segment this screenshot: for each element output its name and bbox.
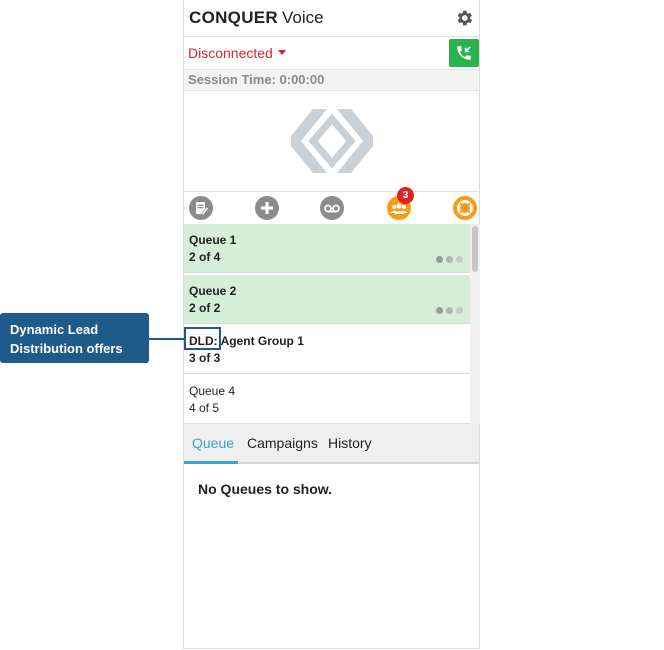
callout-line-2: Distribution offers [10,341,123,356]
dld-highlight-box [184,327,221,350]
voicemail-icon[interactable] [320,196,344,220]
status-row: Disconnected [184,36,479,70]
status-dropdown[interactable]: Disconnected [188,45,286,61]
queue-name: Queue 1 [189,233,237,247]
gear-icon[interactable] [454,8,474,28]
queue-count: 2 of 2 [189,301,221,315]
app-header: CONQUER Voice [184,0,479,37]
brand-bold: CONQUER [189,8,278,27]
brand-light: Voice [282,8,324,27]
queue-count: 4 of 5 [189,401,220,415]
active-tab-indicator [184,461,238,464]
list-item[interactable]: DLD: Agent Group 1 3 of 3 [184,325,470,374]
queue-count: 3 of 3 [189,351,221,365]
session-time: Session Time: 0:00:00 [188,72,325,87]
tab-campaigns[interactable]: Campaigns [247,435,318,451]
notes-icon[interactable] [189,196,213,220]
more-dots-icon[interactable] [433,301,463,319]
logo-area [184,91,479,192]
list-item[interactable]: Queue 2 2 of 2 [184,275,470,324]
softphone-panel: CONQUER Voice Disconnected Session Time: … [183,0,480,649]
call-button[interactable] [449,39,479,67]
chevron-down-icon [277,49,286,55]
queue-badge: 3 [397,187,414,204]
conquer-logo-icon [291,109,373,173]
empty-message: No Queues to show. [198,481,333,497]
more-dots-icon[interactable] [433,250,463,268]
help-icon[interactable] [453,196,477,220]
annotation-callout: Dynamic Lead Distribution offers [0,313,149,363]
tab-queue[interactable]: Queue [192,435,234,451]
queue-name: Queue 2 [189,284,237,298]
list-scrollbar[interactable] [470,224,480,424]
phone-incoming-icon [457,46,471,60]
list-item[interactable]: Queue 4 4 of 5 [184,375,470,424]
tab-history[interactable]: History [328,435,372,451]
toolbar: 3 [184,187,479,224]
scrollbar-thumb[interactable] [472,226,478,272]
tab-bar: Queue Campaigns History [184,424,479,464]
status-label: Disconnected [188,45,273,61]
callout-connector [149,338,184,340]
callout-line-1: Dynamic Lead [10,322,99,337]
brand-logo: CONQUER Voice [189,8,324,28]
add-icon[interactable] [255,196,279,220]
queue-list: Queue 1 2 of 4 Queue 2 2 of 2 DLD: Agent… [184,224,470,424]
list-item[interactable]: Queue 1 2 of 4 [184,224,470,273]
queue-count: 2 of 4 [189,250,221,264]
queue-name: Queue 4 [189,384,236,398]
session-time-bar: Session Time: 0:00:00 [184,70,479,91]
queue-name: Agent Group 1 [220,334,304,348]
